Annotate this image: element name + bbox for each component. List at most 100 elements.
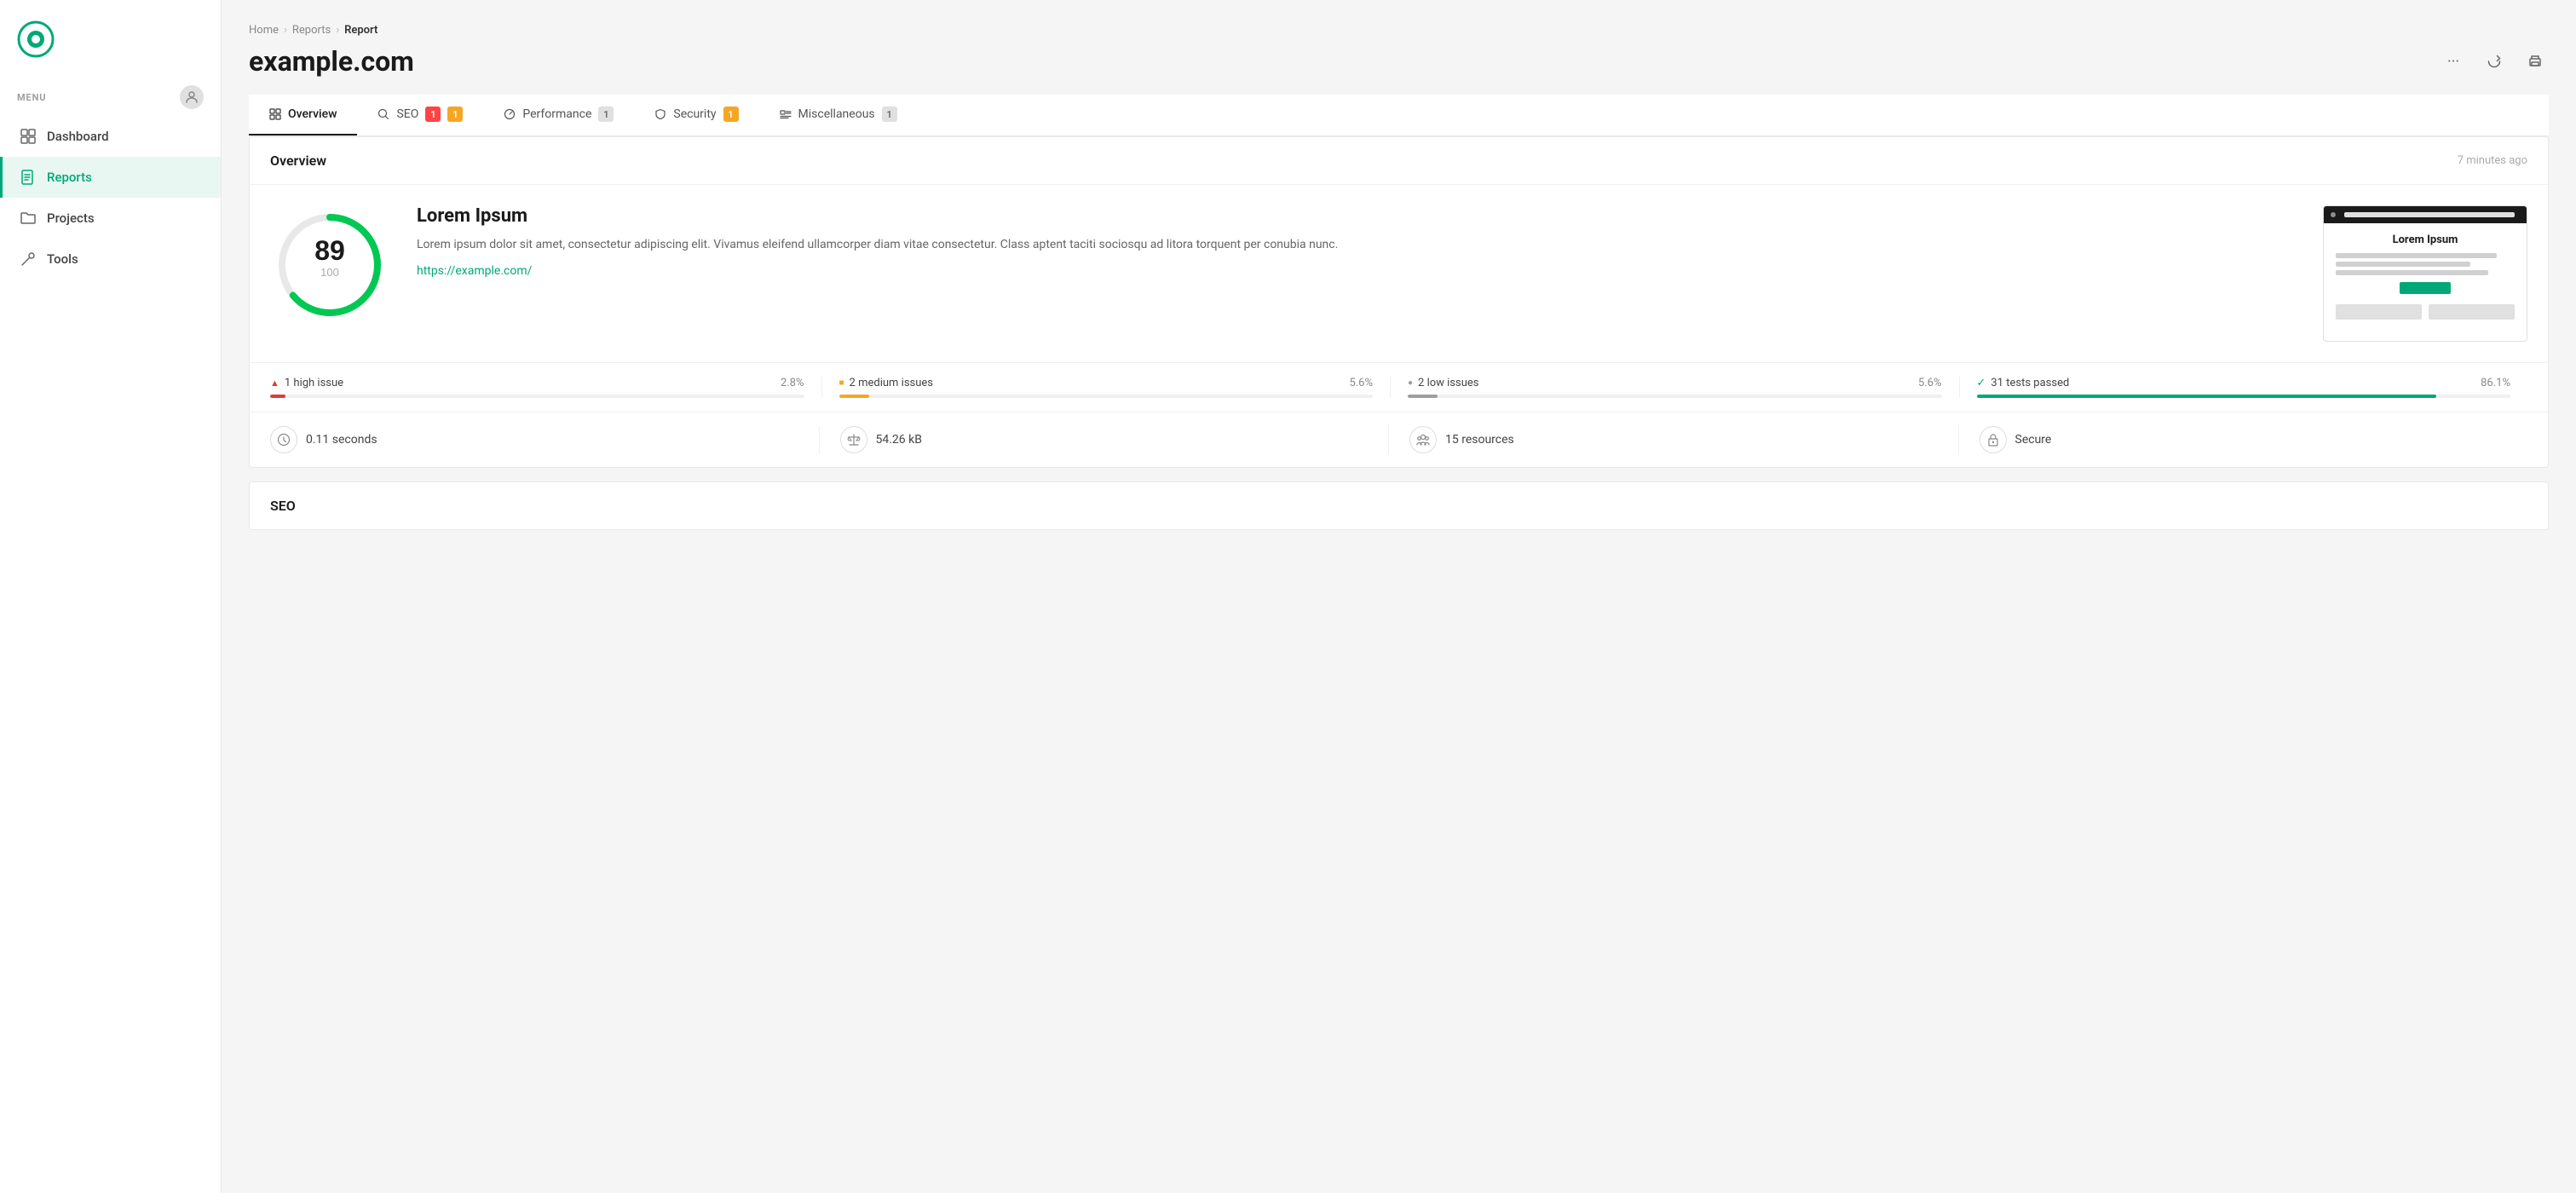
- refresh-button[interactable]: [2481, 48, 2508, 75]
- seo-section: SEO: [250, 482, 2548, 529]
- tool-icon: [20, 251, 37, 268]
- people-icon-container: [1409, 426, 1437, 453]
- site-url[interactable]: https://example.com/: [417, 264, 2296, 278]
- breadcrumb-home[interactable]: Home: [249, 24, 279, 37]
- issue-low: ● 2 low issues 5.6%: [1390, 377, 1959, 398]
- seo-title: SEO: [270, 498, 296, 514]
- shield-icon: [654, 108, 666, 120]
- tab-overview[interactable]: Overview: [249, 95, 357, 135]
- folder-icon: [20, 210, 37, 227]
- issue-low-track: [1408, 395, 1942, 398]
- square-icon: ■: [839, 378, 844, 388]
- tab-seo[interactable]: SEO 1 1: [357, 95, 483, 135]
- people-icon: [1416, 433, 1430, 447]
- print-icon: [2527, 54, 2543, 69]
- issue-high-percent: 2.8%: [781, 377, 804, 389]
- issue-high-fill: [270, 395, 285, 398]
- tab-security[interactable]: Security 1: [634, 95, 758, 135]
- thumb-cta-button: [2400, 282, 2451, 294]
- sidebar-item-projects[interactable]: Projects: [0, 198, 221, 239]
- issue-medium-track: [839, 395, 1374, 398]
- stat-resources-label: 15 resources: [1445, 433, 1514, 447]
- issue-passed-track: [1977, 395, 2511, 398]
- sidebar-item-tools[interactable]: Tools: [0, 239, 221, 280]
- thumb-footer-block-1: [2336, 304, 2422, 320]
- tab-overview-label: Overview: [288, 107, 337, 121]
- stat-time: 0.11 seconds: [270, 426, 819, 453]
- tab-security-label: Security: [673, 107, 716, 121]
- issue-passed-label: ✓ 31 tests passed 86.1%: [1977, 377, 2511, 389]
- triangle-icon: ▲: [270, 377, 279, 389]
- stat-size: 54.26 kB: [819, 426, 1389, 453]
- more-options-button[interactable]: ···: [2440, 48, 2467, 75]
- stats-row: 0.11 seconds 54.26 kB: [250, 412, 2548, 467]
- score-circle-container: 89 100: [270, 205, 389, 325]
- stat-security: Secure: [1958, 426, 2528, 453]
- file-text-icon: [20, 169, 37, 186]
- issue-passed-fill: [1977, 395, 2436, 398]
- page-title: example.com: [249, 45, 414, 78]
- tab-seo-label: SEO: [396, 107, 418, 121]
- sidebar-item-dashboard[interactable]: Dashboard: [0, 116, 221, 157]
- issue-passed: ✓ 31 tests passed 86.1%: [1959, 377, 2528, 398]
- seo-card: SEO: [249, 481, 2549, 530]
- overview-header: Overview 7 minutes ago: [250, 137, 2548, 185]
- thumb-dot: [2331, 212, 2336, 217]
- print-button[interactable]: [2521, 48, 2549, 75]
- stat-resources: 15 resources: [1388, 426, 1958, 453]
- balance-icon: [847, 433, 861, 447]
- breadcrumb-current: Report: [344, 24, 377, 37]
- stat-time-label: 0.11 seconds: [306, 433, 377, 447]
- issue-label-left: ■ 2 medium issues: [839, 377, 934, 389]
- thumb-body: Lorem Ipsum: [2324, 223, 2527, 341]
- thumb-header: [2324, 206, 2527, 223]
- overview-time: 7 minutes ago: [2458, 154, 2527, 167]
- overview-title: Overview: [270, 153, 326, 169]
- stat-security-label: Secure: [2015, 433, 2052, 447]
- stat-size-label: 54.26 kB: [876, 433, 922, 447]
- issue-high-label: ▲ 1 high issue 2.8%: [270, 377, 804, 389]
- breadcrumb: Home › Reports › Report: [249, 24, 2549, 37]
- user-avatar[interactable]: [180, 85, 204, 109]
- issue-low-fill: [1408, 395, 1438, 398]
- thumb-url-bar: [2344, 212, 2515, 217]
- breadcrumb-sep-2: ›: [336, 24, 339, 37]
- issue-high-track: [270, 395, 804, 398]
- grid-icon: [20, 128, 37, 145]
- tab-performance[interactable]: Performance 1: [483, 95, 634, 135]
- sidebar: MENU Dashboard: [0, 0, 222, 1193]
- lock-icon: [1986, 433, 2000, 447]
- breadcrumb-sep-1: ›: [284, 24, 287, 37]
- sidebar-item-reports[interactable]: Reports: [0, 157, 221, 198]
- tab-performance-badge: 1: [598, 107, 614, 122]
- clock-icon-container: [270, 426, 297, 453]
- thumb-line-1: [2336, 253, 2497, 258]
- thumb-footer-block-2: [2429, 304, 2515, 320]
- issue-passed-text: 31 tests passed: [1991, 377, 2069, 389]
- thumb-line-3: [2336, 270, 2488, 275]
- main-content: Home › Reports › Report example.com ···: [222, 0, 2576, 1193]
- tab-miscellaneous-badge: 1: [882, 107, 897, 122]
- issues-row: ▲ 1 high issue 2.8% ■ 2 medium issues 5.…: [250, 362, 2548, 412]
- tab-seo-badge-red: 1: [425, 107, 441, 122]
- issue-medium-fill: [839, 395, 869, 398]
- thumb-footer: [2336, 304, 2515, 320]
- issue-high-text: 1 high issue: [285, 377, 343, 389]
- tab-miscellaneous-label: Miscellaneous: [798, 107, 875, 121]
- lock-icon-container: [1980, 426, 2007, 453]
- breadcrumb-reports[interactable]: Reports: [292, 24, 331, 37]
- tab-security-badge: 1: [723, 107, 739, 122]
- issue-label-left: ● 2 low issues: [1408, 377, 1479, 389]
- sidebar-item-label: Projects: [47, 210, 95, 226]
- sidebar-item-label: Dashboard: [47, 129, 109, 144]
- site-description: Lorem ipsum dolor sit amet, consectetur …: [417, 235, 2296, 254]
- page-header: example.com ···: [249, 45, 2549, 78]
- ellipsis-icon: ···: [2447, 53, 2459, 71]
- balance-icon-container: [840, 426, 867, 453]
- refresh-icon: [2487, 54, 2502, 69]
- sidebar-nav: Dashboard Reports Projects: [0, 116, 221, 280]
- tabs-bar: Overview SEO 1 1 Performance 1 Security …: [249, 95, 2549, 136]
- issue-low-text: 2 low issues: [1418, 377, 1478, 389]
- issue-label-left: ✓ 31 tests passed: [1977, 377, 2070, 389]
- tab-miscellaneous[interactable]: Miscellaneous 1: [759, 95, 918, 135]
